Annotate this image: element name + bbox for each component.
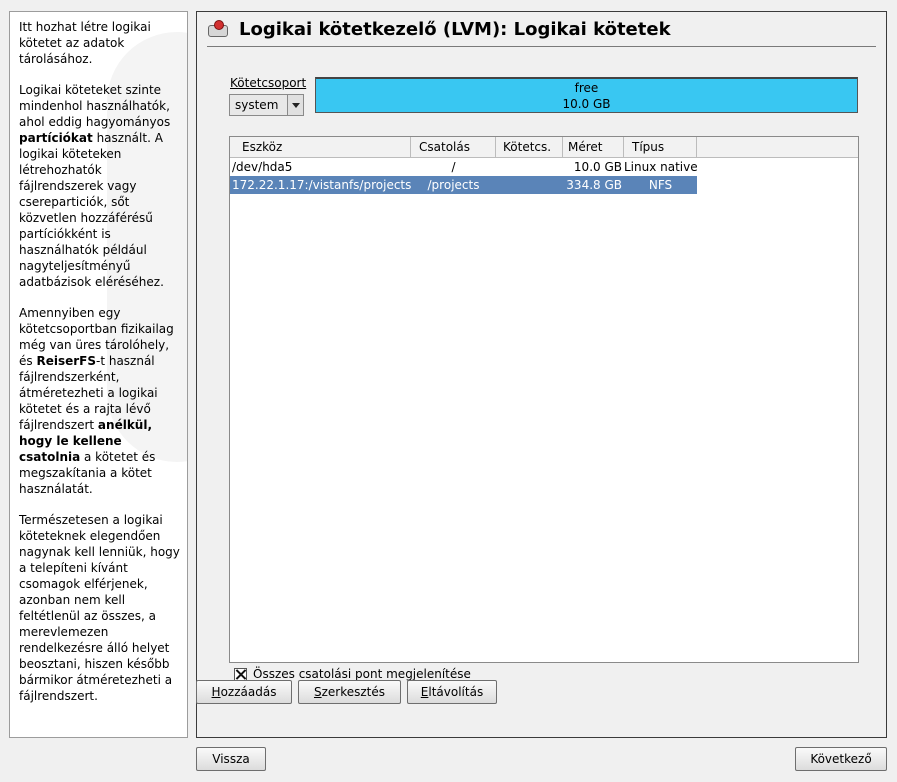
table-row[interactable]: 172.22.1.17:/vistanfs/projects /projects… bbox=[230, 176, 697, 194]
column-header-size[interactable]: Méret bbox=[563, 137, 624, 158]
cell-type: Linux native bbox=[624, 160, 697, 174]
show-all-mounts-checkbox[interactable] bbox=[234, 667, 247, 681]
show-all-mounts-option[interactable]: Összes csatolási pont megjelenítése bbox=[234, 667, 471, 681]
disk-icon bbox=[207, 19, 229, 39]
main-panel: Logikai kötetkezelő (LVM): Logikai kötet… bbox=[196, 11, 887, 738]
edit-button[interactable]: Szerkesztés bbox=[298, 680, 401, 704]
help-paragraph: Amennyiben egy kötetcsoportban fizikaila… bbox=[19, 305, 181, 497]
column-header-type[interactable]: Típus bbox=[624, 137, 697, 158]
volume-group-value: system bbox=[235, 98, 279, 112]
cell-type: NFS bbox=[648, 178, 673, 192]
help-paragraph: Logikai köteteket szinte mindenhol haszn… bbox=[19, 82, 181, 290]
add-button[interactable]: Hozzáadás bbox=[196, 680, 292, 704]
cell-volume-group bbox=[496, 176, 563, 194]
free-space-label: free bbox=[574, 81, 599, 95]
cell-size: 334.8 GB bbox=[566, 178, 622, 192]
cell-device: 172.22.1.17:/vistanfs/projects bbox=[232, 178, 411, 192]
page-title: Logikai kötetkezelő (LVM): Logikai kötet… bbox=[239, 18, 671, 40]
help-text-run: Logikai köteteket szinte mindenhol haszn… bbox=[19, 83, 171, 129]
volume-group-select[interactable]: system bbox=[229, 94, 304, 116]
remove-button[interactable]: Eltávolítás bbox=[407, 680, 497, 704]
show-all-mounts-label[interactable]: Összes csatolási pont megjelenítése bbox=[253, 667, 471, 681]
table-row[interactable]: /dev/hda5 / 10.0 GB Linux native bbox=[230, 158, 697, 176]
free-space-size: 10.0 GB bbox=[562, 97, 611, 111]
free-space-bar: free 10.0 GB bbox=[315, 77, 858, 113]
table-header: Eszköz Csatolás Kötetcs. Méret Típus bbox=[230, 137, 858, 158]
cell-mount: / bbox=[451, 160, 456, 174]
title-divider bbox=[207, 46, 876, 47]
chevron-down-icon[interactable] bbox=[287, 95, 303, 115]
help-paragraph: Itt hozhat létre logikai kötetet az adat… bbox=[19, 19, 181, 67]
help-text-run: Itt hozhat létre logikai kötetet az adat… bbox=[19, 20, 151, 66]
help-emphasis: ReiserFS bbox=[36, 354, 96, 368]
column-header-device[interactable]: Eszköz bbox=[230, 137, 411, 158]
help-panel: Itt hozhat létre logikai kötetet az adat… bbox=[9, 11, 188, 738]
column-header-mount[interactable]: Csatolás bbox=[411, 137, 496, 158]
help-paragraph: Természetesen a logikai köteteknek elege… bbox=[19, 512, 181, 704]
volume-group-label: Kötetcsoport bbox=[230, 76, 307, 90]
cell-mount: /projects bbox=[427, 178, 480, 192]
column-header-volume-group[interactable]: Kötetcs. bbox=[496, 137, 563, 158]
help-text-run: Természetesen a logikai köteteknek elege… bbox=[19, 513, 180, 703]
cell-device: /dev/hda5 bbox=[232, 160, 293, 174]
cell-volume-group bbox=[496, 158, 563, 176]
back-button[interactable]: Vissza bbox=[196, 747, 266, 771]
help-text: Itt hozhat létre logikai kötetet az adat… bbox=[19, 19, 181, 704]
volume-table[interactable]: Eszköz Csatolás Kötetcs. Méret Típus /de… bbox=[229, 136, 859, 663]
next-button[interactable]: Következő bbox=[795, 747, 887, 771]
title-bar: Logikai kötetkezelő (LVM): Logikai kötet… bbox=[207, 16, 671, 42]
help-text-run: használt. A logikai köteteken létrehozha… bbox=[19, 131, 164, 289]
help-emphasis: partíciókat bbox=[19, 131, 93, 145]
cell-size: 10.0 GB bbox=[573, 160, 622, 174]
